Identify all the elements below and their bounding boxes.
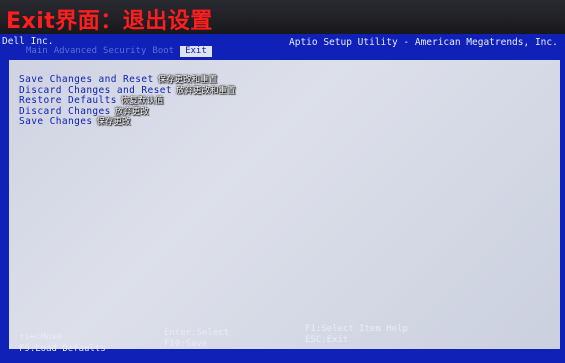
tab-exit[interactable]: Exit bbox=[180, 46, 212, 57]
tab-security[interactable]: Security bbox=[100, 46, 149, 57]
help-item-help: F1:Select Item Help bbox=[305, 324, 408, 334]
menu-item-save-changes-and-reset[interactable]: Save Changes and Reset 保存更改和重置 bbox=[19, 67, 236, 85]
tab-advanced[interactable]: Advanced bbox=[51, 46, 100, 57]
exit-menu: Save Changes and Reset 保存更改和重置 Discard Ch… bbox=[19, 67, 236, 127]
help-save: F10:Save bbox=[164, 339, 208, 349]
utility-title: Aptio Setup Utility - American Megatrend… bbox=[289, 37, 558, 48]
photo-caption-banner: Exit界面：退出设置 bbox=[0, 0, 565, 34]
exit-panel: Save Changes and Reset 保存更改和重置 Discard Ch… bbox=[9, 60, 560, 349]
menu-item-annotation: 保存更改 bbox=[96, 117, 131, 127]
menu-item-discard-changes[interactable]: Discard Changes 放弃更改 bbox=[19, 99, 236, 117]
caption-title: Exit界面：退出设置 bbox=[6, 9, 213, 34]
help-load-defaults: F9:Load Defaults bbox=[19, 344, 106, 354]
tab-bar: Main Advanced Security Boot Exit bbox=[23, 46, 212, 57]
bios-screen: Dell Inc. Aptio Setup Utility - American… bbox=[0, 34, 565, 363]
key-help-footer: ↑↓↔:Move F9:Load Defaults Enter:Select F… bbox=[0, 321, 565, 363]
help-select: Enter:Select bbox=[164, 328, 230, 338]
tab-main[interactable]: Main bbox=[23, 46, 51, 57]
menu-item-discard-changes-and-reset[interactable]: Discard Changes and Reset 放弃更改和重置 bbox=[19, 78, 236, 96]
menu-item-restore-defaults[interactable]: Restore Defaults 恢复默认值 bbox=[19, 88, 236, 106]
tab-boot[interactable]: Boot bbox=[149, 46, 177, 57]
menu-item-label: Save Changes bbox=[19, 116, 93, 127]
help-move: ↑↓↔:Move bbox=[19, 332, 63, 342]
help-exit: ESC:Exit bbox=[305, 335, 349, 345]
menu-item-save-changes[interactable]: Save Changes 保存更改 bbox=[19, 109, 236, 127]
